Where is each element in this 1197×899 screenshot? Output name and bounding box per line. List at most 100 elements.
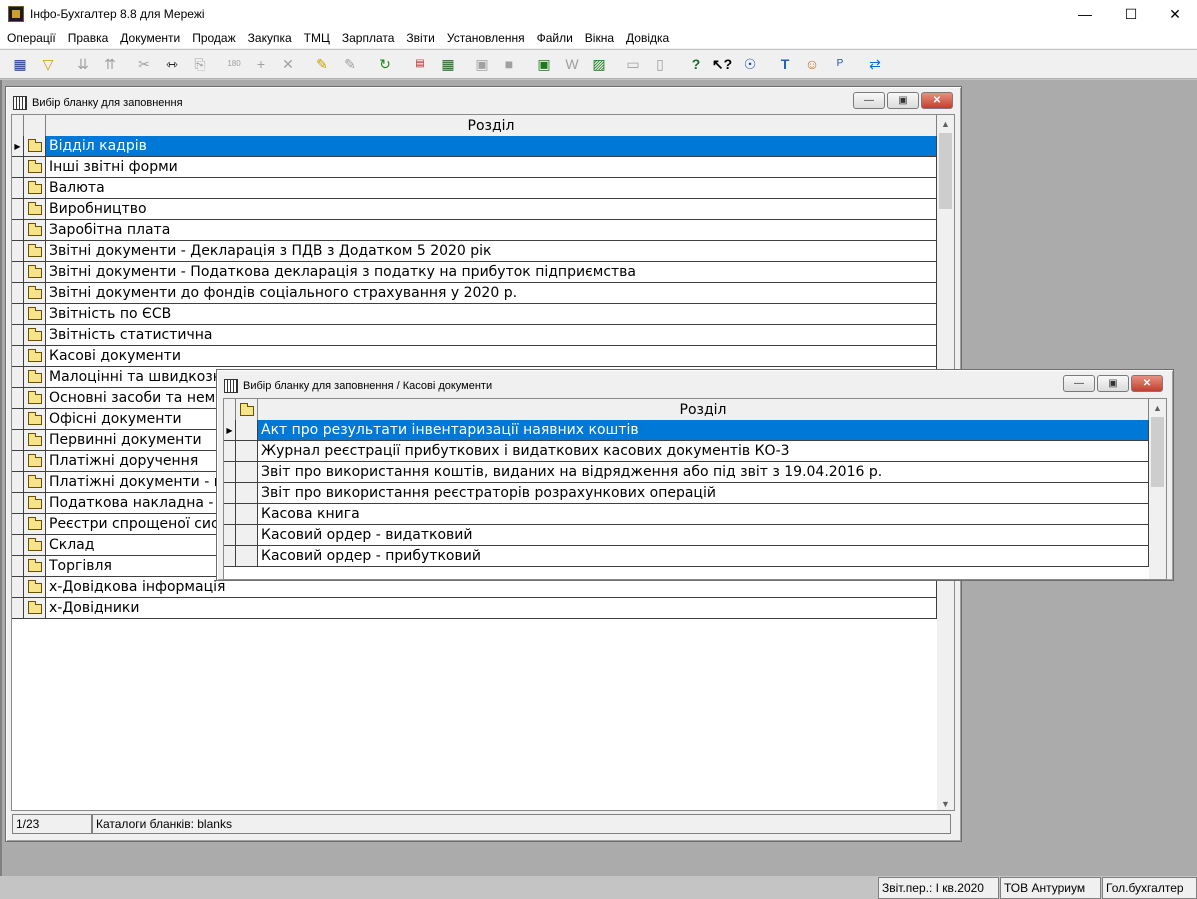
document-row[interactable]: Касовий ордер - прибутковий (224, 546, 1149, 567)
section-row[interactable]: Звітні документи - Декларація з ПДВ з До… (12, 241, 937, 262)
menu-inventory[interactable]: ТМЦ (299, 31, 337, 45)
sort-asc-icon[interactable]: ⇊ (73, 54, 93, 74)
report-icon[interactable]: P (830, 54, 850, 74)
column-header-section[interactable]: Розділ (46, 115, 937, 136)
section-name[interactable]: Касові документи (46, 346, 937, 367)
section-row[interactable]: Звітність по ЄСВ (12, 304, 937, 325)
section-name[interactable]: Звітність статистична (46, 325, 937, 346)
print-marker-icon[interactable]: ✎ (340, 54, 360, 74)
subwindow-minimize-button[interactable]: — (1063, 375, 1095, 392)
split-icon[interactable]: ⇿ (162, 54, 182, 74)
document-row[interactable]: Журнал реєстрації прибуткових і видатков… (224, 441, 1149, 462)
preview-icon[interactable]: ▯ (650, 54, 670, 74)
section-name[interactable]: Звітні документи - Декларація з ПДВ з До… (46, 241, 937, 262)
document-row[interactable]: ▶ Акт про результати інвентаризації наявн… (224, 420, 1149, 441)
window-restore-button[interactable]: ▣ (887, 92, 919, 109)
window-close-button[interactable]: ✕ (921, 92, 953, 109)
document-name[interactable]: Касова книга (258, 504, 1149, 525)
sort-desc-icon[interactable]: ⇈ (100, 54, 120, 74)
open-folder-icon[interactable]: ▣ (472, 54, 492, 74)
document-name[interactable]: Звіт про використання коштів, виданих на… (258, 462, 1149, 483)
calculator-icon[interactable]: ▦ (438, 54, 458, 74)
document-row[interactable]: Звіт про використання реєстраторів розра… (224, 483, 1149, 504)
app-title: Інфо-Бухгалтер 8.8 для Мережі (30, 7, 205, 21)
menu-salary[interactable]: Зарплата (337, 31, 402, 45)
marker-icon[interactable]: ✎ (312, 54, 332, 74)
document-row[interactable]: Касова книга (224, 504, 1149, 525)
word-icon[interactable]: W (562, 54, 582, 74)
help-icon[interactable]: ? (686, 54, 706, 74)
pdf-icon[interactable]: ▤ (410, 54, 430, 74)
close-button[interactable]: ✕ (1152, 0, 1197, 28)
section-row[interactable]: Валюта (12, 178, 937, 199)
menu-sales[interactable]: Продаж (187, 31, 242, 45)
window-minimize-button[interactable]: — (853, 92, 885, 109)
menu-settings[interactable]: Установлення (442, 31, 532, 45)
scroll-up-arrow[interactable]: ▲ (937, 115, 954, 132)
printer-icon[interactable]: ▭ (623, 54, 643, 74)
section-name[interactable]: Виробництво (46, 199, 937, 220)
compass-icon[interactable]: ☉ (740, 54, 760, 74)
scroll-down-arrow[interactable]: ▼ (937, 795, 954, 810)
export-icon[interactable]: ▨ (589, 54, 609, 74)
scroll-thumb[interactable] (939, 133, 952, 209)
add-icon[interactable]: + (251, 54, 271, 74)
delete-icon[interactable]: ✕ (278, 54, 298, 74)
excel-icon[interactable]: ▣ (534, 54, 554, 74)
section-row[interactable]: Виробництво (12, 199, 937, 220)
text-icon[interactable]: T (775, 54, 795, 74)
rotate-180-icon[interactable]: 180 (224, 54, 244, 74)
section-name[interactable]: Заробітна плата (46, 220, 937, 241)
teamviewer-icon[interactable]: ⇄ (865, 54, 885, 74)
section-row[interactable]: Касові документи (12, 346, 937, 367)
section-name[interactable]: Звітність по ЄСВ (46, 304, 937, 325)
save-icon[interactable]: ■ (499, 54, 519, 74)
cut-icon[interactable]: ✂ (134, 54, 154, 74)
filter-icon[interactable]: ▽ (38, 54, 58, 74)
document-row[interactable]: Касовий ордер - видатковий (224, 525, 1149, 546)
document-name[interactable]: Касовий ордер - прибутковий (258, 546, 1149, 567)
document-name[interactable]: Журнал реєстрації прибуткових і видатков… (258, 441, 1149, 462)
refresh-icon[interactable]: ↻ (375, 54, 395, 74)
section-row[interactable]: ▶ Відділ кадрів (12, 136, 937, 157)
document-name[interactable]: Акт про результати інвентаризації наявни… (258, 420, 1149, 441)
sub-vertical-scrollbar[interactable]: ▲ (1149, 399, 1166, 579)
document-name[interactable]: Звіт про використання реєстраторів розра… (258, 483, 1149, 504)
section-name[interactable]: Відділ кадрів (46, 136, 937, 157)
section-row[interactable]: Звітні документи - Податкова декларація … (12, 262, 937, 283)
sub-scroll-thumb[interactable] (1151, 417, 1164, 487)
section-name[interactable]: Інші звітні форми (46, 157, 937, 178)
row-indicator (224, 504, 236, 525)
menu-documents[interactable]: Документи (115, 31, 187, 45)
maximize-button[interactable]: ☐ (1108, 0, 1154, 28)
folder-up-icon[interactable] (239, 402, 254, 416)
menu-windows[interactable]: Вікна (580, 31, 621, 45)
section-name[interactable]: Валюта (46, 178, 937, 199)
subwindow-restore-button[interactable]: ▣ (1097, 375, 1129, 392)
section-name[interactable]: Звітні документи - Податкова декларація … (46, 262, 937, 283)
users-icon[interactable]: ☺ (802, 54, 822, 74)
folder-up-header[interactable] (236, 399, 258, 420)
menu-files[interactable]: Файли (532, 31, 580, 45)
minimize-button[interactable]: — (1062, 0, 1108, 28)
section-name[interactable]: х-Довідники (46, 598, 937, 619)
section-name[interactable]: Звітні документи до фондів соціального с… (46, 283, 937, 304)
section-row[interactable]: Інші звітні форми (12, 157, 937, 178)
menu-reports[interactable]: Звіти (401, 31, 442, 45)
menu-operations[interactable]: Операції (2, 31, 63, 45)
subwindow-close-button[interactable]: ✕ (1131, 375, 1163, 392)
context-help-icon[interactable]: ↖? (712, 54, 732, 74)
menu-edit[interactable]: Правка (63, 31, 116, 45)
document-row[interactable]: Звіт про використання коштів, виданих на… (224, 462, 1149, 483)
menu-purchases[interactable]: Закупка (243, 31, 299, 45)
copy-icon[interactable]: ⎘ (190, 54, 210, 74)
menu-help[interactable]: Довідка (621, 31, 676, 45)
subcolumn-header-section[interactable]: Розділ (258, 399, 1149, 420)
section-row[interactable]: х-Довідники (12, 598, 937, 619)
section-row[interactable]: Звітність статистична (12, 325, 937, 346)
sub-scroll-up-arrow[interactable]: ▲ (1149, 399, 1166, 416)
grid-icon[interactable]: ▦ (10, 54, 30, 74)
section-row[interactable]: Звітні документи до фондів соціального с… (12, 283, 937, 304)
section-row[interactable]: Заробітна плата (12, 220, 937, 241)
document-name[interactable]: Касовий ордер - видатковий (258, 525, 1149, 546)
